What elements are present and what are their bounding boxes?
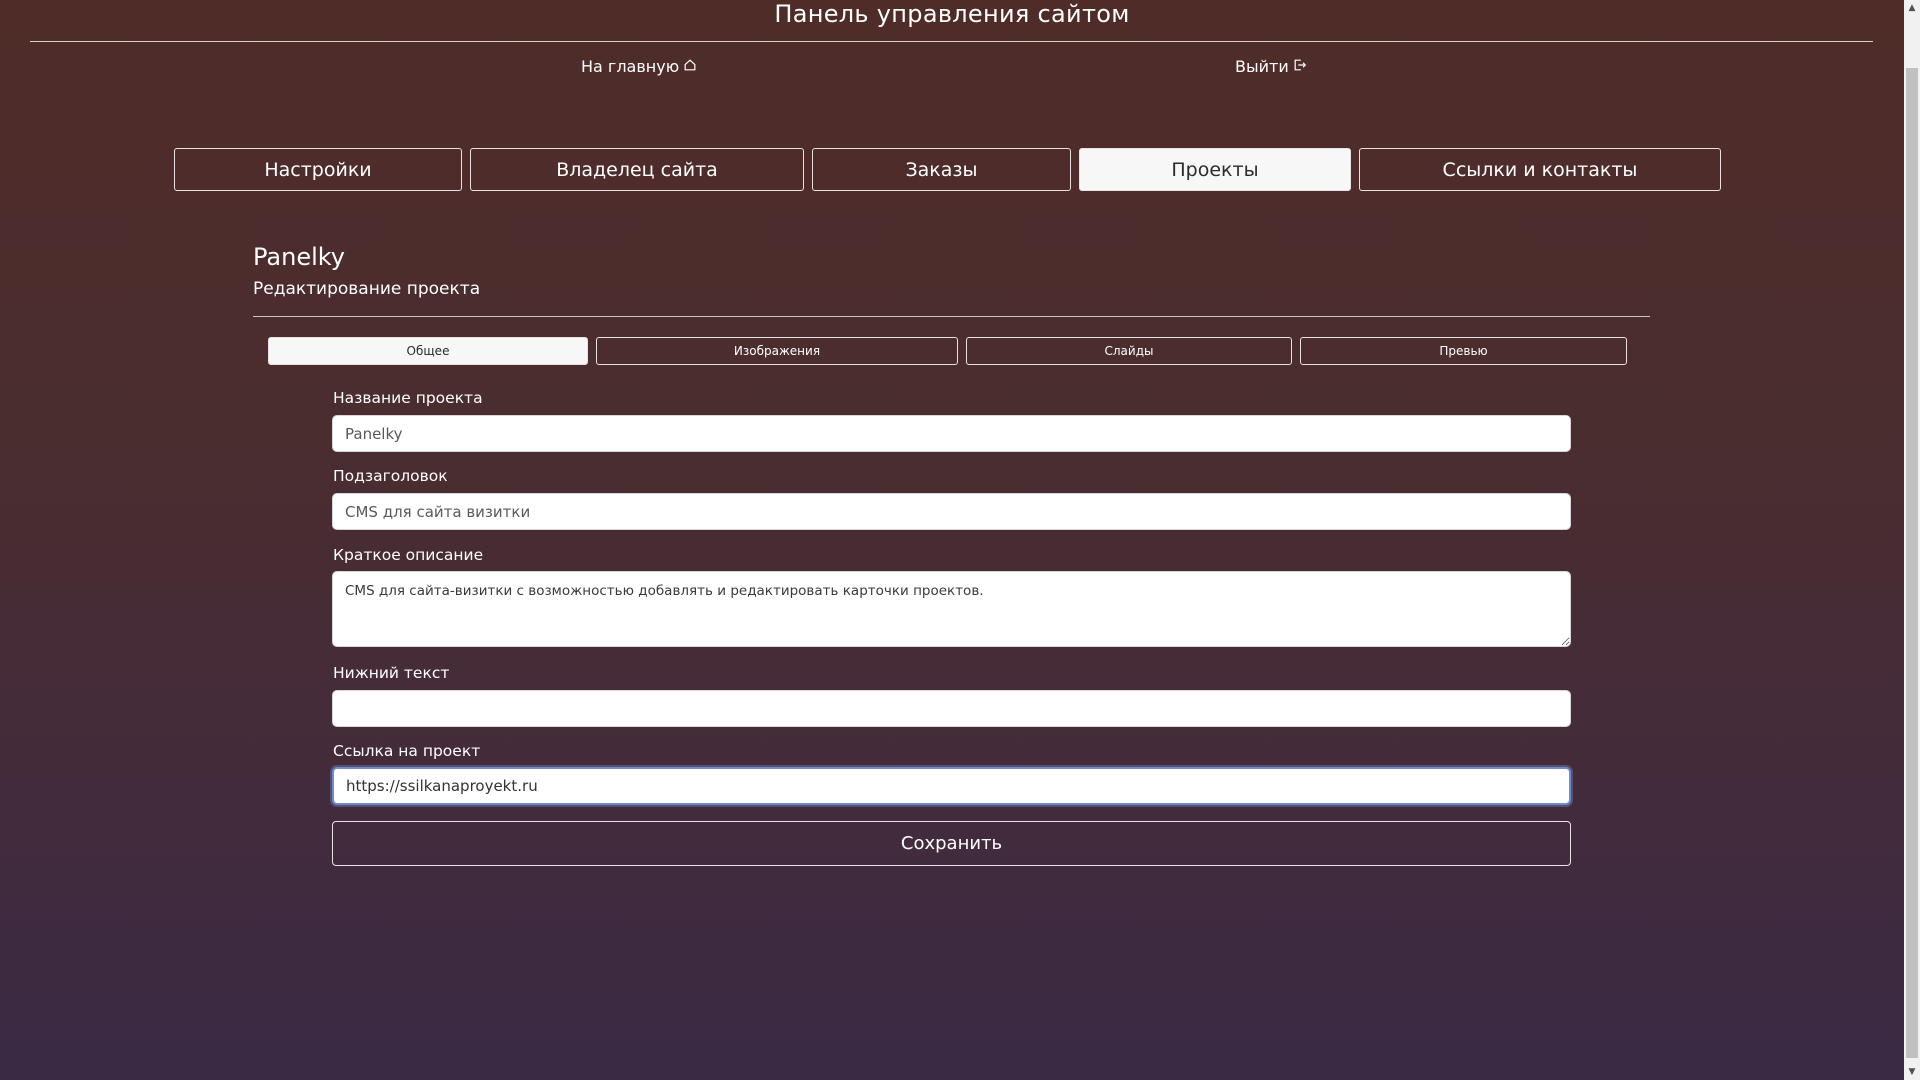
subtab-images[interactable]: Изображения (596, 337, 958, 365)
footer-text-label: Нижний текст (333, 664, 450, 682)
subtitle-input[interactable] (332, 493, 1571, 530)
footer-text-input[interactable] (332, 690, 1571, 727)
project-divider (253, 316, 1650, 317)
admin-page: Панель управления сайтом На главную Выйт… (0, 0, 1904, 1080)
save-button[interactable]: Сохранить (332, 821, 1571, 866)
logout-link-label: Выйти (1235, 57, 1289, 76)
project-subtitle: Редактирование проекта (253, 279, 481, 299)
subtab-preview[interactable]: Превью (1300, 337, 1627, 365)
project-name-input[interactable] (332, 415, 1571, 452)
project-link-input[interactable] (332, 767, 1571, 805)
home-icon (683, 56, 697, 78)
header-divider (30, 41, 1873, 42)
project-link-label: Ссылка на проект (333, 742, 481, 760)
subtab-general[interactable]: Общее (268, 337, 588, 365)
home-link[interactable]: На главную (581, 56, 697, 78)
scroll-down-icon[interactable]: ▼ (1904, 1064, 1920, 1080)
tab-projects[interactable]: Проекты (1079, 148, 1351, 191)
scroll-up-icon[interactable]: ▲ (1904, 0, 1920, 16)
scroll-thumb[interactable] (1906, 68, 1918, 1058)
logout-icon (1293, 56, 1307, 78)
subtitle-label: Подзаголовок (333, 467, 448, 485)
project-name-label: Название проекта (333, 389, 483, 407)
tab-links-contacts[interactable]: Ссылки и контакты (1359, 148, 1721, 191)
tab-settings[interactable]: Настройки (174, 148, 462, 191)
logout-link[interactable]: Выйти (1235, 56, 1307, 78)
tab-site-owner[interactable]: Владелец сайта (470, 148, 804, 191)
home-link-label: На главную (581, 57, 680, 76)
subtab-slides[interactable]: Слайды (966, 337, 1292, 365)
description-textarea[interactable]: CMS для сайта-визитки с возможностью доб… (332, 571, 1571, 647)
vertical-scrollbar[interactable]: ▲ ▼ (1904, 0, 1920, 1080)
tab-orders[interactable]: Заказы (812, 148, 1071, 191)
project-title: Panelky (253, 243, 345, 271)
site-title: Панель управления сайтом (774, 0, 1130, 28)
description-label: Краткое описание (333, 546, 484, 564)
